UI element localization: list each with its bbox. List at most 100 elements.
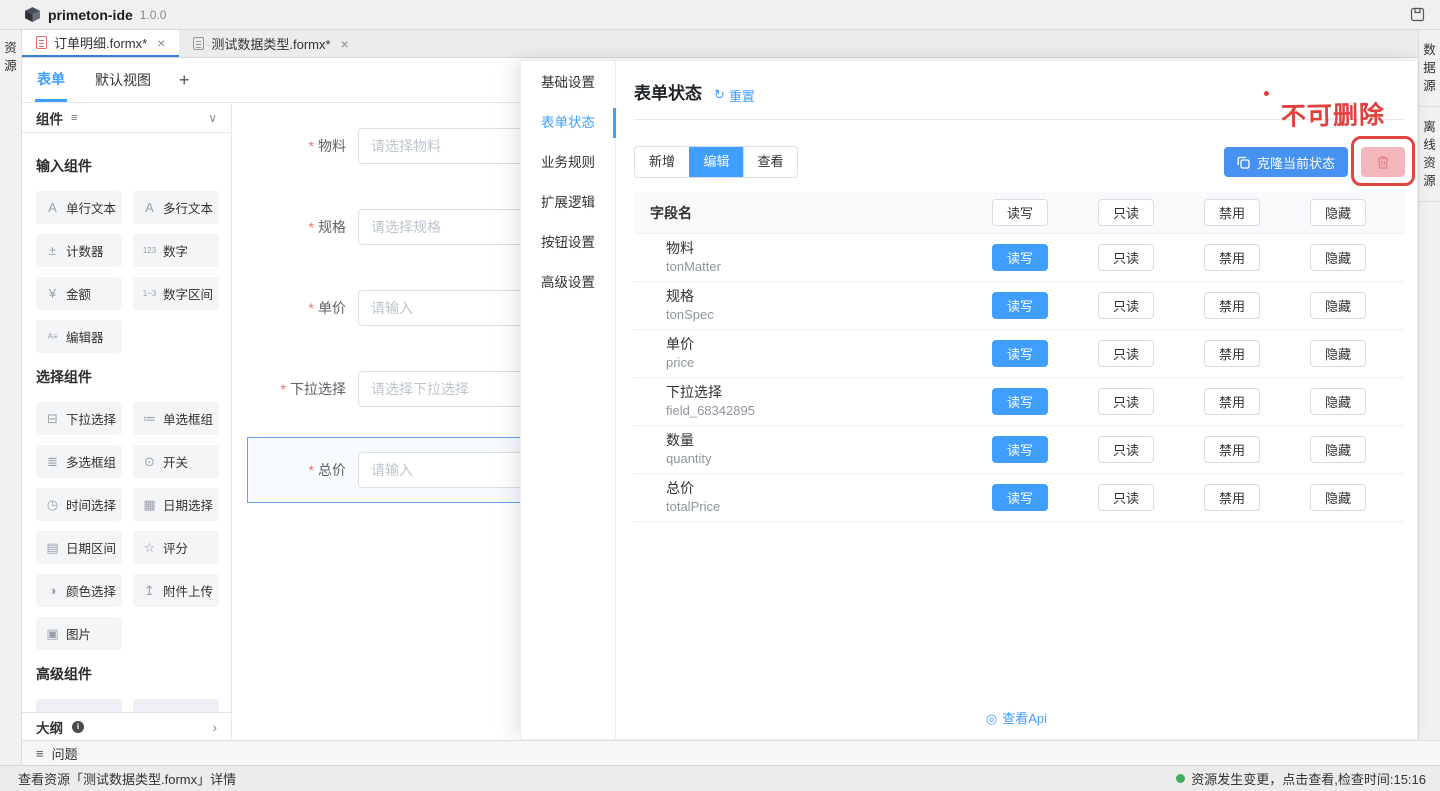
state-button[interactable]: 隐藏 bbox=[1310, 484, 1366, 511]
right-rail-tab[interactable]: 离线资源 bbox=[1419, 107, 1440, 202]
component-item[interactable]: ≔单选框组 bbox=[133, 402, 219, 435]
view-tab[interactable]: 表单 bbox=[35, 58, 67, 102]
state-button[interactable]: 隐藏 bbox=[1310, 388, 1366, 415]
bulk-state-button[interactable]: 读写 bbox=[992, 199, 1048, 226]
component-item[interactable]: ¥金额 bbox=[36, 277, 122, 310]
component-item[interactable]: ◷时间选择 bbox=[36, 488, 122, 521]
state-button[interactable]: 禁用 bbox=[1204, 340, 1260, 367]
component-item[interactable]: A多行文本 bbox=[133, 191, 219, 224]
bulk-state-button[interactable]: 禁用 bbox=[1204, 199, 1260, 226]
delete-state-button[interactable] bbox=[1361, 147, 1405, 177]
state-button[interactable]: 隐藏 bbox=[1310, 244, 1366, 271]
settings-menu-item[interactable]: 扩展逻辑 bbox=[521, 183, 615, 223]
state-button[interactable]: 只读 bbox=[1098, 388, 1154, 415]
state-button[interactable]: 只读 bbox=[1098, 244, 1154, 271]
state-button[interactable]: 只读 bbox=[1098, 484, 1154, 511]
problems-bar[interactable]: ≡ 问题 bbox=[22, 740, 1440, 765]
reset-link[interactable]: ↻ 重置 bbox=[714, 86, 755, 105]
component-item[interactable]: A单行文本 bbox=[36, 191, 122, 224]
component-item[interactable]: ◑颜色选择 bbox=[36, 574, 122, 607]
state-button[interactable]: 只读 bbox=[1098, 292, 1154, 319]
file-icon bbox=[193, 37, 204, 50]
field-name: 单价 bbox=[666, 335, 967, 354]
bulk-state-button[interactable]: 只读 bbox=[1098, 199, 1154, 226]
state-button[interactable]: 隐藏 bbox=[1310, 340, 1366, 367]
settings-menu-item[interactable]: 表单状态 bbox=[521, 103, 615, 143]
state-button[interactable]: 读写 bbox=[992, 436, 1048, 463]
resource-change-notice[interactable]: 资源发生变更，点击查看,检查时间:15:16 bbox=[1176, 769, 1426, 788]
field-label: *总价 bbox=[233, 460, 346, 480]
right-rail-tab[interactable]: 数据源 bbox=[1419, 30, 1440, 107]
state-column: 读写 bbox=[967, 484, 1073, 511]
component-item[interactable]: ⊟下拉选择 bbox=[36, 402, 122, 435]
add-view-button[interactable]: + bbox=[179, 58, 190, 102]
component-item[interactable]: ⊙开关 bbox=[133, 445, 219, 478]
component-item-label: 金额 bbox=[66, 284, 91, 303]
state-button[interactable]: 读写 bbox=[992, 244, 1048, 271]
field-id: quantity bbox=[666, 450, 967, 468]
state-column: 只读 bbox=[1073, 436, 1179, 463]
file-tab[interactable]: 测试数据类型.formx*× bbox=[179, 30, 362, 57]
state-button[interactable]: 读写 bbox=[992, 388, 1048, 415]
required-asterisk: * bbox=[281, 381, 286, 397]
state-button[interactable]: 禁用 bbox=[1204, 436, 1260, 463]
outline-bar[interactable]: 大纲 i › bbox=[22, 712, 231, 740]
resources-rail-tab[interactable]: 资源 bbox=[1, 30, 21, 75]
state-button[interactable]: 禁用 bbox=[1204, 292, 1260, 319]
field-state-row: 物料tonMatter读写只读禁用隐藏 bbox=[634, 234, 1405, 282]
save-icon[interactable] bbox=[1408, 6, 1426, 24]
component-item[interactable]: 1~3数字区间 bbox=[133, 277, 219, 310]
component-item-partial bbox=[133, 699, 219, 712]
component-list: 输入组件A单行文本A多行文本±计数器123数字¥金额1~3数字区间A≡编辑器选择… bbox=[22, 133, 231, 712]
field-name-header: 字段名 bbox=[650, 203, 967, 223]
settings-menu-item[interactable]: 业务规则 bbox=[521, 143, 615, 183]
component-item[interactable]: ☆评分 bbox=[133, 531, 219, 564]
component-item[interactable]: ↥附件上传 bbox=[133, 574, 219, 607]
component-item[interactable]: ▣图片 bbox=[36, 617, 122, 650]
close-icon[interactable]: × bbox=[157, 35, 165, 51]
component-section-title: 选择组件 bbox=[36, 367, 217, 387]
component-item[interactable]: ≣多选框组 bbox=[36, 445, 122, 478]
bulk-state-button[interactable]: 隐藏 bbox=[1310, 199, 1366, 226]
view-tab[interactable]: 默认视图 bbox=[93, 58, 153, 102]
component-item[interactable]: 123数字 bbox=[133, 234, 219, 267]
state-tab[interactable]: 查看 bbox=[743, 147, 797, 177]
chevron-down-icon[interactable]: ∨ bbox=[208, 111, 217, 125]
settings-menu-item[interactable]: 按钮设置 bbox=[521, 223, 615, 263]
state-button[interactable]: 读写 bbox=[992, 340, 1048, 367]
file-tab[interactable]: 订单明细.formx*× bbox=[22, 30, 179, 57]
state-button[interactable]: 禁用 bbox=[1204, 244, 1260, 271]
state-button[interactable]: 读写 bbox=[992, 484, 1048, 511]
state-button[interactable]: 只读 bbox=[1098, 340, 1154, 367]
component-section-title: 高级组件 bbox=[36, 664, 217, 684]
view-api-link[interactable]: ◎查看Api bbox=[616, 708, 1417, 727]
component-item[interactable]: ▦日期选择 bbox=[133, 488, 219, 521]
clone-state-button[interactable]: 克隆当前状态 bbox=[1224, 147, 1348, 177]
component-item-label: 时间选择 bbox=[66, 495, 116, 514]
state-button[interactable]: 隐藏 bbox=[1310, 436, 1366, 463]
required-asterisk: * bbox=[309, 300, 314, 316]
component-grid bbox=[36, 699, 217, 712]
chevron-right-icon[interactable]: › bbox=[212, 719, 217, 735]
settings-menu-item[interactable]: 高级设置 bbox=[521, 263, 615, 303]
state-button[interactable]: 禁用 bbox=[1204, 484, 1260, 511]
number-range-icon: 1~3 bbox=[142, 289, 157, 298]
component-item[interactable]: A≡编辑器 bbox=[36, 320, 122, 353]
component-item[interactable]: ±计数器 bbox=[36, 234, 122, 267]
state-button[interactable]: 读写 bbox=[992, 292, 1048, 319]
state-button[interactable]: 只读 bbox=[1098, 436, 1154, 463]
field-id: tonMatter bbox=[666, 258, 967, 276]
table-body: 物料tonMatter读写只读禁用隐藏规格tonSpec读写只读禁用隐藏单价pr… bbox=[634, 234, 1405, 522]
state-column: 禁用 bbox=[1179, 436, 1285, 463]
component-sidebar: 组件 ≡ ∨ 输入组件A单行文本A多行文本±计数器123数字¥金额1~3数字区间… bbox=[22, 103, 232, 740]
state-button[interactable]: 隐藏 bbox=[1310, 292, 1366, 319]
state-column: 禁用 bbox=[1179, 244, 1285, 271]
settings-menu-item[interactable]: 基础设置 bbox=[521, 63, 615, 103]
state-tab[interactable]: 编辑 bbox=[689, 147, 743, 177]
component-item[interactable]: ▤日期区间 bbox=[36, 531, 122, 564]
state-button[interactable]: 禁用 bbox=[1204, 388, 1260, 415]
field-name: 下拉选择 bbox=[666, 383, 967, 402]
close-icon[interactable]: × bbox=[341, 36, 349, 52]
component-item-label: 数字 bbox=[163, 241, 188, 260]
state-tab[interactable]: 新增 bbox=[635, 147, 689, 177]
